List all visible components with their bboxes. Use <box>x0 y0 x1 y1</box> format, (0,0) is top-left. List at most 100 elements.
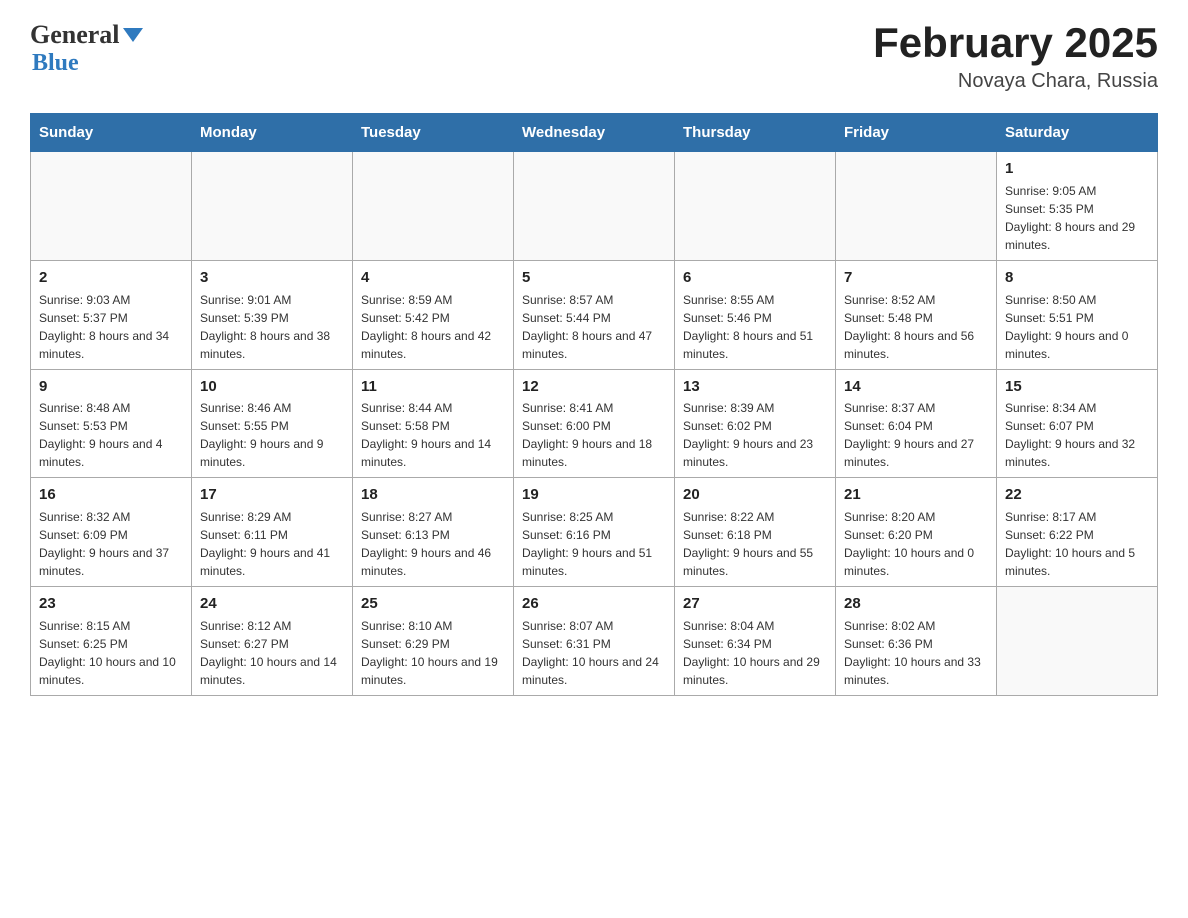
day-info: Sunrise: 8:22 AMSunset: 6:18 PMDaylight:… <box>683 508 827 580</box>
weekday-header-tuesday: Tuesday <box>353 114 514 152</box>
page-header: General Blue February 2025 Novaya Chara,… <box>30 20 1158 93</box>
calendar-cell: 3Sunrise: 9:01 AMSunset: 5:39 PMDaylight… <box>192 260 353 369</box>
day-info: Sunrise: 8:15 AMSunset: 6:25 PMDaylight:… <box>39 617 183 689</box>
day-number: 8 <box>1005 267 1149 289</box>
location: Novaya Chara, Russia <box>873 70 1158 93</box>
day-info: Sunrise: 8:34 AMSunset: 6:07 PMDaylight:… <box>1005 399 1149 471</box>
weekday-header-saturday: Saturday <box>997 114 1158 152</box>
day-info: Sunrise: 8:41 AMSunset: 6:00 PMDaylight:… <box>522 399 666 471</box>
calendar-cell: 6Sunrise: 8:55 AMSunset: 5:46 PMDaylight… <box>675 260 836 369</box>
calendar-cell: 14Sunrise: 8:37 AMSunset: 6:04 PMDayligh… <box>836 369 997 478</box>
calendar-cell: 9Sunrise: 8:48 AMSunset: 5:53 PMDaylight… <box>31 369 192 478</box>
day-number: 7 <box>844 267 988 289</box>
day-info: Sunrise: 8:02 AMSunset: 6:36 PMDaylight:… <box>844 617 988 689</box>
day-info: Sunrise: 8:48 AMSunset: 5:53 PMDaylight:… <box>39 399 183 471</box>
calendar-cell <box>192 152 353 261</box>
calendar-cell: 1Sunrise: 9:05 AMSunset: 5:35 PMDaylight… <box>997 152 1158 261</box>
day-info: Sunrise: 8:27 AMSunset: 6:13 PMDaylight:… <box>361 508 505 580</box>
calendar-cell <box>675 152 836 261</box>
logo-blue-text: Blue <box>32 50 79 77</box>
day-number: 15 <box>1005 376 1149 398</box>
day-info: Sunrise: 9:03 AMSunset: 5:37 PMDaylight:… <box>39 291 183 363</box>
calendar-table: SundayMondayTuesdayWednesdayThursdayFrid… <box>30 113 1158 696</box>
weekday-header-sunday: Sunday <box>31 114 192 152</box>
calendar-cell: 25Sunrise: 8:10 AMSunset: 6:29 PMDayligh… <box>353 587 514 696</box>
day-info: Sunrise: 9:01 AMSunset: 5:39 PMDaylight:… <box>200 291 344 363</box>
day-number: 6 <box>683 267 827 289</box>
calendar-cell <box>514 152 675 261</box>
day-info: Sunrise: 8:37 AMSunset: 6:04 PMDaylight:… <box>844 399 988 471</box>
day-info: Sunrise: 8:29 AMSunset: 6:11 PMDaylight:… <box>200 508 344 580</box>
day-number: 11 <box>361 376 505 398</box>
day-number: 13 <box>683 376 827 398</box>
calendar-week-row: 2Sunrise: 9:03 AMSunset: 5:37 PMDaylight… <box>31 260 1158 369</box>
calendar-cell: 26Sunrise: 8:07 AMSunset: 6:31 PMDayligh… <box>514 587 675 696</box>
day-info: Sunrise: 8:46 AMSunset: 5:55 PMDaylight:… <box>200 399 344 471</box>
day-number: 3 <box>200 267 344 289</box>
calendar-cell <box>353 152 514 261</box>
day-info: Sunrise: 8:32 AMSunset: 6:09 PMDaylight:… <box>39 508 183 580</box>
day-info: Sunrise: 8:55 AMSunset: 5:46 PMDaylight:… <box>683 291 827 363</box>
day-info: Sunrise: 8:20 AMSunset: 6:20 PMDaylight:… <box>844 508 988 580</box>
day-number: 12 <box>522 376 666 398</box>
calendar-cell: 8Sunrise: 8:50 AMSunset: 5:51 PMDaylight… <box>997 260 1158 369</box>
logo-arrow-icon <box>123 28 143 42</box>
calendar-week-row: 9Sunrise: 8:48 AMSunset: 5:53 PMDaylight… <box>31 369 1158 478</box>
calendar-cell: 4Sunrise: 8:59 AMSunset: 5:42 PMDaylight… <box>353 260 514 369</box>
calendar-week-row: 16Sunrise: 8:32 AMSunset: 6:09 PMDayligh… <box>31 478 1158 587</box>
calendar-cell: 16Sunrise: 8:32 AMSunset: 6:09 PMDayligh… <box>31 478 192 587</box>
calendar-week-row: 1Sunrise: 9:05 AMSunset: 5:35 PMDaylight… <box>31 152 1158 261</box>
day-info: Sunrise: 9:05 AMSunset: 5:35 PMDaylight:… <box>1005 182 1149 254</box>
day-number: 25 <box>361 593 505 615</box>
day-info: Sunrise: 8:50 AMSunset: 5:51 PMDaylight:… <box>1005 291 1149 363</box>
calendar-cell: 27Sunrise: 8:04 AMSunset: 6:34 PMDayligh… <box>675 587 836 696</box>
calendar-cell: 12Sunrise: 8:41 AMSunset: 6:00 PMDayligh… <box>514 369 675 478</box>
day-number: 5 <box>522 267 666 289</box>
day-number: 4 <box>361 267 505 289</box>
calendar-week-row: 23Sunrise: 8:15 AMSunset: 6:25 PMDayligh… <box>31 587 1158 696</box>
day-number: 1 <box>1005 158 1149 180</box>
calendar-cell: 17Sunrise: 8:29 AMSunset: 6:11 PMDayligh… <box>192 478 353 587</box>
title-block: February 2025 Novaya Chara, Russia <box>873 20 1158 93</box>
day-info: Sunrise: 8:12 AMSunset: 6:27 PMDaylight:… <box>200 617 344 689</box>
logo: General Blue <box>30 20 143 77</box>
calendar-cell: 15Sunrise: 8:34 AMSunset: 6:07 PMDayligh… <box>997 369 1158 478</box>
calendar-cell <box>31 152 192 261</box>
day-info: Sunrise: 8:57 AMSunset: 5:44 PMDaylight:… <box>522 291 666 363</box>
calendar-cell: 21Sunrise: 8:20 AMSunset: 6:20 PMDayligh… <box>836 478 997 587</box>
weekday-header-row: SundayMondayTuesdayWednesdayThursdayFrid… <box>31 114 1158 152</box>
day-number: 16 <box>39 484 183 506</box>
day-info: Sunrise: 8:59 AMSunset: 5:42 PMDaylight:… <box>361 291 505 363</box>
day-number: 28 <box>844 593 988 615</box>
day-info: Sunrise: 8:07 AMSunset: 6:31 PMDaylight:… <box>522 617 666 689</box>
calendar-cell <box>997 587 1158 696</box>
day-number: 2 <box>39 267 183 289</box>
day-number: 9 <box>39 376 183 398</box>
calendar-cell: 23Sunrise: 8:15 AMSunset: 6:25 PMDayligh… <box>31 587 192 696</box>
calendar-cell: 13Sunrise: 8:39 AMSunset: 6:02 PMDayligh… <box>675 369 836 478</box>
calendar-cell: 19Sunrise: 8:25 AMSunset: 6:16 PMDayligh… <box>514 478 675 587</box>
calendar-cell: 10Sunrise: 8:46 AMSunset: 5:55 PMDayligh… <box>192 369 353 478</box>
calendar-cell: 7Sunrise: 8:52 AMSunset: 5:48 PMDaylight… <box>836 260 997 369</box>
weekday-header-thursday: Thursday <box>675 114 836 152</box>
day-info: Sunrise: 8:25 AMSunset: 6:16 PMDaylight:… <box>522 508 666 580</box>
day-number: 17 <box>200 484 344 506</box>
day-number: 19 <box>522 484 666 506</box>
calendar-cell <box>836 152 997 261</box>
day-info: Sunrise: 8:04 AMSunset: 6:34 PMDaylight:… <box>683 617 827 689</box>
calendar-cell: 11Sunrise: 8:44 AMSunset: 5:58 PMDayligh… <box>353 369 514 478</box>
day-number: 22 <box>1005 484 1149 506</box>
day-info: Sunrise: 8:10 AMSunset: 6:29 PMDaylight:… <box>361 617 505 689</box>
weekday-header-monday: Monday <box>192 114 353 152</box>
day-number: 23 <box>39 593 183 615</box>
calendar-cell: 22Sunrise: 8:17 AMSunset: 6:22 PMDayligh… <box>997 478 1158 587</box>
calendar-cell: 20Sunrise: 8:22 AMSunset: 6:18 PMDayligh… <box>675 478 836 587</box>
day-info: Sunrise: 8:39 AMSunset: 6:02 PMDaylight:… <box>683 399 827 471</box>
calendar-cell: 18Sunrise: 8:27 AMSunset: 6:13 PMDayligh… <box>353 478 514 587</box>
day-number: 26 <box>522 593 666 615</box>
calendar-cell: 28Sunrise: 8:02 AMSunset: 6:36 PMDayligh… <box>836 587 997 696</box>
day-info: Sunrise: 8:17 AMSunset: 6:22 PMDaylight:… <box>1005 508 1149 580</box>
calendar-cell: 24Sunrise: 8:12 AMSunset: 6:27 PMDayligh… <box>192 587 353 696</box>
day-info: Sunrise: 8:44 AMSunset: 5:58 PMDaylight:… <box>361 399 505 471</box>
logo-general-text: General <box>30 20 120 50</box>
